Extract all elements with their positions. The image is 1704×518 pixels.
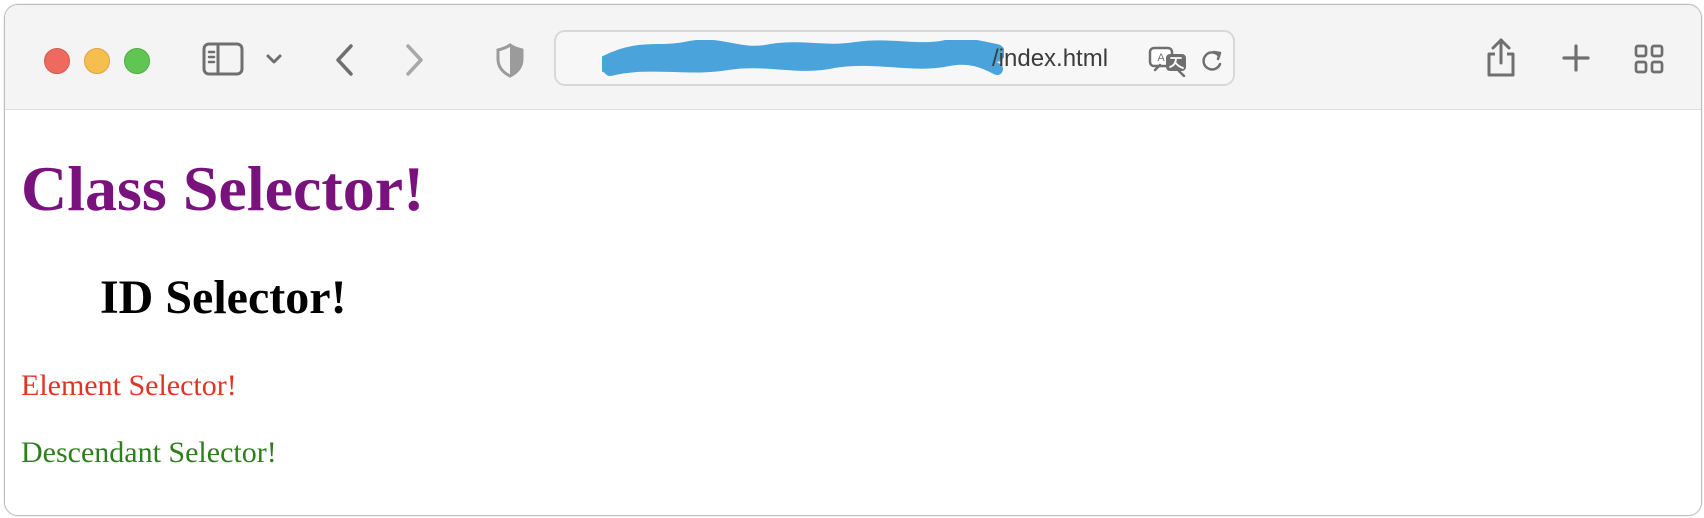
browser-window: /index.html A Class Selector! ID Selecto… [4, 4, 1702, 516]
chevron-left-icon[interactable] [331, 42, 357, 78]
sidebar-icon[interactable] [202, 42, 244, 76]
browser-toolbar: /index.html A [5, 5, 1701, 110]
maximize-window-button[interactable] [124, 48, 150, 74]
translate-icon[interactable]: A [1148, 46, 1190, 77]
url-visible-text[interactable]: /index.html [992, 43, 1108, 75]
chevron-right-icon[interactable] [402, 42, 428, 78]
svg-text:A: A [1157, 52, 1165, 64]
id-selector-heading: ID Selector! [100, 271, 347, 324]
url-redaction-mark [602, 40, 1004, 76]
shield-icon[interactable] [495, 42, 525, 78]
minimize-window-button[interactable] [84, 48, 110, 74]
plus-icon[interactable] [1561, 43, 1591, 73]
reload-icon[interactable] [1200, 48, 1224, 73]
share-icon[interactable] [1484, 37, 1518, 79]
address-bar[interactable]: /index.html A [554, 30, 1235, 86]
web-page-content: Class Selector! ID Selector! Element Sel… [5, 110, 1701, 515]
close-window-button[interactable] [44, 48, 70, 74]
element-selector-text: Element Selector! [21, 369, 237, 402]
chevron-down-icon[interactable] [265, 52, 283, 66]
descendant-selector-text: Descendant Selector! [21, 436, 277, 469]
class-selector-heading: Class Selector! [21, 153, 425, 224]
grid-icon[interactable] [1633, 43, 1665, 75]
